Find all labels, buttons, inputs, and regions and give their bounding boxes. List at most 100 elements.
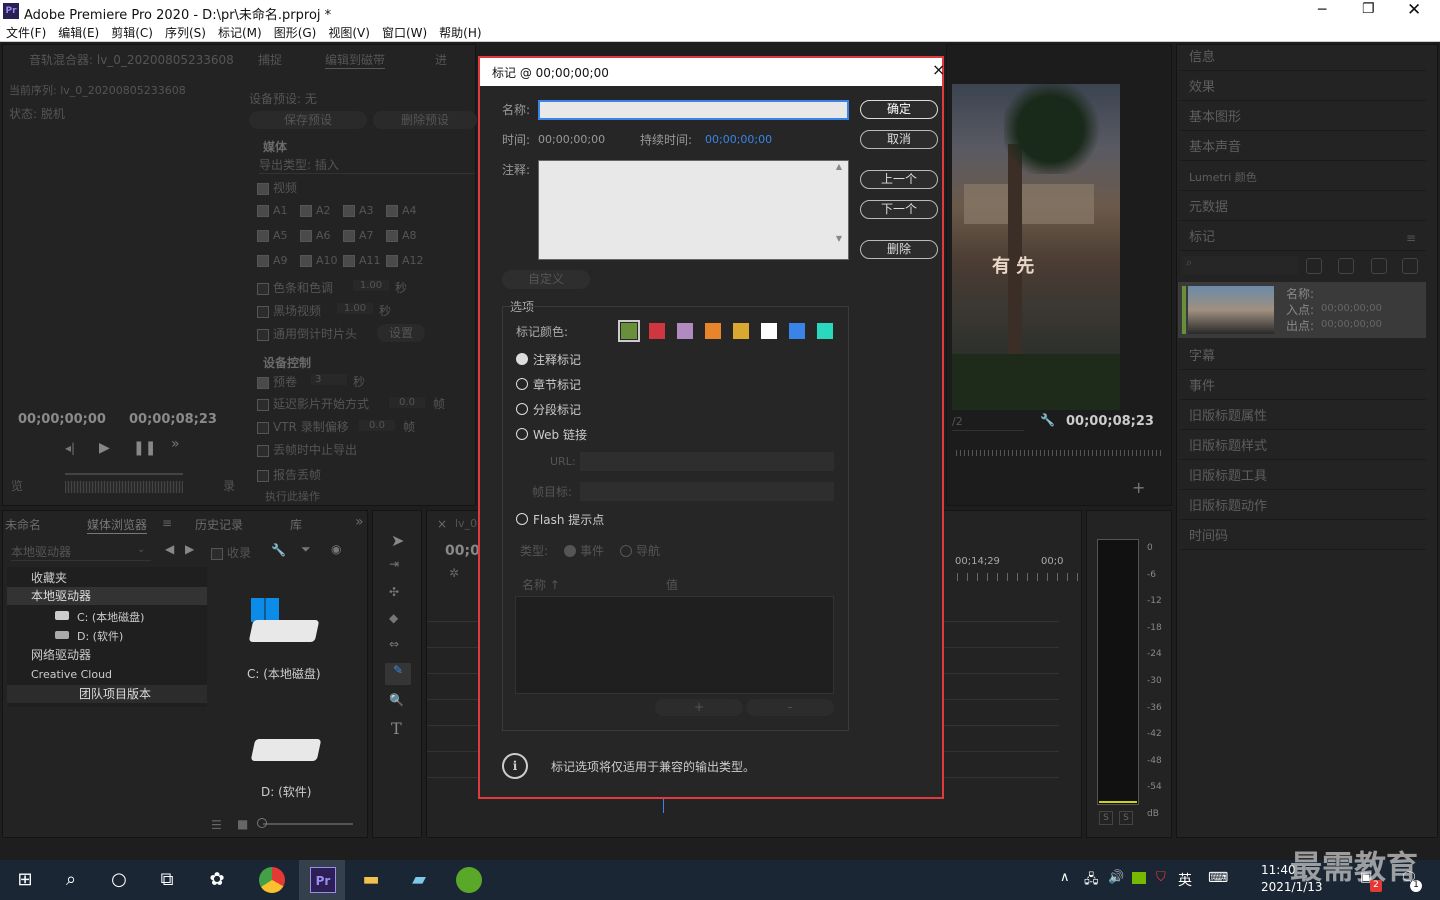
volume-icon[interactable]: 🔊 — [1108, 870, 1124, 885]
comment-scrollbar[interactable]: ▲ ▼ — [832, 162, 846, 258]
wrench-settings-icon[interactable]: 🔧 — [1040, 413, 1055, 427]
system-tray-chevron-icon[interactable]: ∧ — [1060, 870, 1070, 885]
export-type[interactable]: 导出类型: 插入 — [259, 156, 475, 174]
right-panel-item-10[interactable]: 旧版标题样式 — [1180, 433, 1426, 460]
menu-marker[interactable]: 标记(M) — [218, 22, 262, 43]
a3[interactable]: A3 — [343, 204, 374, 217]
cue-table-header-name[interactable]: 名称 ↑ — [522, 576, 560, 593]
countdown-check[interactable]: 通用倒计时片头 — [257, 325, 357, 342]
ime-indicator[interactable]: 英 — [1178, 870, 1192, 890]
frame-target-input[interactable] — [580, 482, 834, 501]
view-icon[interactable]: ◉ — [331, 542, 341, 556]
flash-cue-label[interactable]: Flash 提示点 — [533, 511, 604, 528]
right-panel-item-8[interactable]: 事件 — [1180, 373, 1426, 400]
add-cue-button[interactable]: + — [655, 699, 743, 716]
event-label[interactable]: 事件 — [580, 542, 604, 559]
keyboard-icon[interactable]: ⌨ — [1208, 870, 1228, 886]
zoom-handle[interactable] — [257, 818, 267, 828]
delete-preset-button[interactable]: 删除预设 — [373, 111, 477, 129]
next-button[interactable]: 下一个 — [860, 200, 938, 219]
wrench-icon[interactable]: 🔧 — [271, 543, 286, 557]
duration-value[interactable]: 00;00;00;00 — [705, 133, 772, 146]
menu-clip[interactable]: 剪辑(C) — [111, 22, 153, 43]
a10[interactable]: A10 — [300, 254, 338, 267]
render-button[interactable]: 执行此操作 — [265, 488, 320, 502]
marker-color-swatch-7[interactable] — [817, 323, 833, 339]
menu-file[interactable]: 文件(F) — [6, 22, 46, 43]
icon-view-icon[interactable]: ■ — [237, 817, 248, 831]
list-view-icon[interactable]: ☰ — [211, 818, 222, 832]
right-panel-item-11[interactable]: 旧版标题工具 — [1180, 463, 1426, 490]
right-panel-item-5[interactable]: 元数据 — [1180, 194, 1426, 221]
filter-icon[interactable]: ⏷ — [301, 542, 311, 557]
maximize-icon[interactable]: ❐ — [1362, 1, 1378, 17]
menu-edit[interactable]: 编辑(E) — [58, 22, 99, 43]
marker-color-swatch-6[interactable] — [789, 323, 805, 339]
black-video-seconds[interactable]: 1.00 — [337, 303, 373, 314]
a4[interactable]: A4 — [386, 204, 417, 217]
ripple-edit-icon[interactable]: ✣ — [389, 585, 399, 599]
tree-network-drives[interactable]: 网络驱动器 — [31, 646, 91, 663]
right-panel-item-12[interactable]: 旧版标题动作 — [1180, 493, 1426, 520]
marker-color-swatch-5[interactable] — [761, 323, 777, 339]
right-panel-item-3[interactable]: 基本声音 — [1180, 134, 1426, 161]
marker-color-swatch-4[interactable] — [733, 323, 749, 339]
tab-libraries[interactable]: 库 — [290, 516, 302, 533]
comment-textarea[interactable] — [538, 160, 849, 260]
chapter-marker-label[interactable]: 章节标记 — [533, 376, 581, 393]
add-button-icon[interactable]: + — [1132, 478, 1145, 497]
shuttle-slider[interactable] — [65, 473, 183, 475]
marker-filter-4[interactable] — [1402, 258, 1418, 274]
solo-left-button[interactable]: S — [1099, 811, 1113, 825]
d-drive-large-icon[interactable] — [250, 735, 322, 769]
solo-right-button[interactable]: S — [1119, 811, 1133, 825]
close-window-icon[interactable]: ✕ — [1407, 0, 1423, 20]
a9[interactable]: A9 — [257, 254, 288, 267]
network-icon[interactable]: 🖧 — [1084, 870, 1099, 892]
right-panel-item-4[interactable]: Lumetri 颜色 — [1180, 164, 1426, 191]
tab-edit-to-tape[interactable]: 编辑到磁带 — [325, 51, 386, 69]
tree-team-projects[interactable]: 团队项目版本 — [7, 685, 207, 703]
comment-marker-label[interactable]: 注释标记 — [533, 351, 581, 368]
radio-chapter-marker[interactable] — [516, 378, 528, 390]
marker-filter-3[interactable] — [1371, 258, 1387, 274]
tab-project[interactable]: 未命名 — [5, 516, 41, 533]
snap-icon[interactable]: ✲ — [449, 566, 459, 580]
record-button[interactable]: 录 — [223, 477, 235, 494]
right-panel-item-2[interactable]: 基本图形 — [1180, 104, 1426, 131]
black-video-check[interactable]: 黑场视频 — [257, 302, 321, 319]
pinwheel-app-icon[interactable]: ✿ — [204, 867, 230, 893]
c-drive-large-icon[interactable] — [248, 598, 320, 648]
back-arrow-icon[interactable]: ◀ — [165, 542, 174, 556]
search-icon[interactable]: ⌕ — [58, 867, 84, 893]
file-explorer-icon[interactable]: ▬ — [358, 867, 384, 893]
tree-creative-cloud[interactable]: Creative Cloud — [31, 668, 112, 681]
color-bars-seconds[interactable]: 1.00 — [353, 280, 389, 291]
radio-segment-marker[interactable] — [516, 403, 528, 415]
timeline-tab[interactable]: lv_0 — [455, 517, 477, 530]
tab-progress[interactable]: 进 — [435, 51, 447, 68]
name-input[interactable] — [538, 100, 849, 120]
security-icon[interactable]: ⛉ — [1156, 870, 1166, 885]
watermelon-app-icon[interactable] — [456, 867, 482, 893]
cancel-button[interactable]: 取消 — [860, 130, 938, 149]
tab-audio-mixer[interactable]: 音轨混合器: lv_0_20200805233608 — [29, 51, 234, 68]
forward-arrow-icon[interactable]: ▶ — [185, 542, 194, 556]
remove-cue-button[interactable]: - — [746, 699, 834, 716]
marker-filter-1[interactable] — [1306, 258, 1322, 274]
color-bars-check[interactable]: 色条和色调 — [257, 279, 333, 296]
a12[interactable]: A12 — [386, 254, 424, 267]
marker-panel-menu-icon[interactable]: ≡ — [1406, 231, 1416, 245]
type-tool-icon[interactable]: T — [391, 719, 402, 738]
video-check[interactable]: 视频 — [257, 179, 297, 196]
marker-color-swatch-3[interactable] — [705, 323, 721, 339]
tab-history[interactable]: 历史记录 — [195, 516, 243, 533]
save-preset-button[interactable]: 保存预设 — [249, 111, 367, 129]
razor-tool-icon[interactable]: ◆ — [389, 611, 398, 625]
task-view-icon[interactable]: ⧉ — [154, 867, 180, 893]
vtr-offset-check[interactable]: VTR 录制偏移 — [257, 418, 349, 435]
report-drop-check[interactable]: 报告丢帧 — [257, 466, 321, 483]
radio-comment-marker[interactable] — [516, 353, 528, 365]
preroll-value[interactable]: 3 — [311, 374, 347, 385]
timeline-tab-close[interactable]: × — [437, 517, 447, 531]
